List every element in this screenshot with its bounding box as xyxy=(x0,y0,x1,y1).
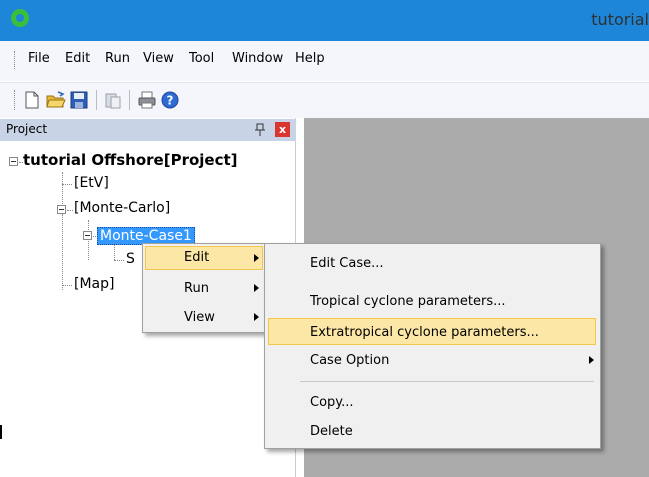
tree-root-project[interactable]: tutorial Offshore[Project] xyxy=(23,151,238,169)
chevron-right-icon xyxy=(254,254,259,262)
title-bar xyxy=(0,0,649,41)
toolbar-grip[interactable] xyxy=(14,90,16,110)
chevron-right-icon xyxy=(589,356,594,364)
edge-marker xyxy=(0,425,2,439)
close-panel-button[interactable]: x xyxy=(275,122,290,137)
tree-collapse-monte-case[interactable] xyxy=(83,231,92,240)
open-folder-icon[interactable] xyxy=(46,90,66,110)
menu-view[interactable]: View xyxy=(141,47,176,71)
submenu-item-tropical-cyclone[interactable]: Tropical cyclone parameters... xyxy=(310,294,506,309)
svg-text:?: ? xyxy=(167,94,174,108)
submenu-item-delete[interactable]: Delete xyxy=(310,424,353,439)
tree-connector xyxy=(114,242,115,260)
context-menu-label-edit: Edit xyxy=(184,250,210,265)
toolbar xyxy=(0,82,649,118)
submenu-item-copy[interactable]: Copy... xyxy=(310,395,354,410)
paste-icon[interactable] xyxy=(103,90,123,110)
edit-submenu xyxy=(264,243,601,449)
tree-collapse-root[interactable] xyxy=(9,157,18,166)
menu-tool[interactable]: Tool xyxy=(187,47,216,71)
menu-file[interactable]: File xyxy=(26,47,52,71)
chevron-right-icon xyxy=(254,313,259,321)
tree-collapse-monte-carlo[interactable] xyxy=(57,205,66,214)
tree-connector xyxy=(62,172,63,290)
help-icon[interactable]: ? xyxy=(160,90,180,110)
context-menu-item-run[interactable]: Run xyxy=(184,281,209,296)
tree-connector xyxy=(88,220,89,260)
submenu-separator xyxy=(300,381,594,382)
submenu-item-case-option[interactable]: Case Option xyxy=(310,353,389,368)
window-title: tutorial xyxy=(591,10,649,29)
menubar-grip[interactable] xyxy=(14,51,16,69)
app-logo-icon[interactable] xyxy=(11,9,29,27)
tree-item-scenario[interactable]: S xyxy=(126,251,135,267)
chevron-right-icon xyxy=(254,284,259,292)
tree-connector xyxy=(62,184,72,185)
menu-run[interactable]: Run xyxy=(103,47,132,71)
tree-connector xyxy=(62,285,72,286)
submenu-item-edit-case[interactable]: Edit Case... xyxy=(310,256,384,271)
print-icon[interactable] xyxy=(137,90,157,110)
tree-item-map[interactable]: [Map] xyxy=(74,276,114,292)
context-menu-item-view[interactable]: View xyxy=(184,310,215,325)
menu-window[interactable]: Window xyxy=(230,47,285,71)
pin-icon[interactable] xyxy=(254,123,266,137)
new-file-icon[interactable] xyxy=(22,90,42,110)
tree-item-etv[interactable]: [EtV] xyxy=(74,175,109,191)
tree-connector xyxy=(67,210,73,211)
project-panel-title: Project xyxy=(6,122,48,136)
menu-help[interactable]: Help xyxy=(293,47,327,71)
menu-edit[interactable]: Edit xyxy=(63,47,92,71)
tree-connector xyxy=(114,260,124,261)
toolbar-separator xyxy=(96,90,97,110)
save-icon[interactable] xyxy=(69,90,89,110)
toolbar-separator xyxy=(129,90,130,110)
tree-item-monte-carlo[interactable]: [Monte-Carlo] xyxy=(74,200,170,216)
tree-connector xyxy=(62,214,63,224)
submenu-item-extratropical-cyclone: Extratropical cyclone parameters... xyxy=(310,325,539,340)
